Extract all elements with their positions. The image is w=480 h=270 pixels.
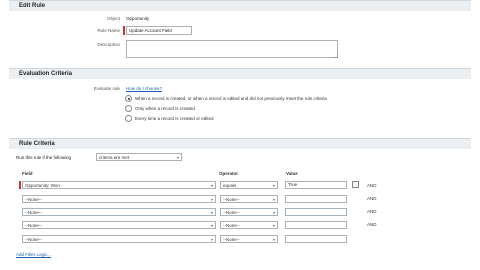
chevron-down-icon: ▾ (272, 223, 275, 228)
description-label: Description (97, 42, 120, 47)
criteria-value-input[interactable] (285, 235, 347, 243)
and-label: AND (367, 183, 377, 188)
chevron-down-icon: ▾ (176, 155, 179, 160)
chevron-down-icon: ▾ (210, 210, 213, 215)
chevron-down-icon: ▾ (272, 183, 275, 188)
radio-only-created[interactable] (125, 105, 132, 112)
add-filter-logic-link[interactable]: Add Filter Logic... (16, 252, 51, 257)
criteria-field-select[interactable]: --None-- ▾ (22, 221, 216, 229)
operator-select-value: --None-- (223, 223, 240, 228)
and-label: AND (367, 209, 377, 214)
value-column-header: Value (286, 171, 298, 176)
operator-select-value: --None-- (223, 237, 240, 242)
criteria-operator-select[interactable]: --None-- ▾ (220, 235, 278, 243)
criteria-operator-select[interactable]: --None-- ▾ (220, 221, 278, 229)
radio-label: Only when a record is created (135, 106, 195, 111)
run-rule-label: Run this rule if the following (16, 155, 72, 160)
chevron-down-icon: ▾ (272, 237, 275, 242)
radio-label: Every time a record is created or edited (135, 116, 214, 121)
criteria-value-input[interactable] (285, 221, 347, 229)
evaluation-criteria-header: Evaluation Criteria (9, 68, 471, 79)
field-select-value: --None-- (25, 197, 42, 202)
edit-rule-header: Edit Rule (9, 0, 471, 11)
chevron-down-icon: ▾ (272, 197, 275, 202)
and-label: AND (367, 222, 377, 227)
rule-criteria-header: Rule Criteria (9, 138, 471, 149)
operator-select-value: --None-- (223, 197, 240, 202)
criteria-field-select[interactable]: Opportunity: Won ▾ (22, 181, 216, 189)
chevron-down-icon: ▾ (210, 197, 213, 202)
operator-select-value: equals (223, 183, 237, 188)
criteria-select-value: criteria are met (99, 155, 130, 160)
criteria-value-input[interactable]: True (285, 181, 347, 189)
chevron-down-icon: ▾ (210, 183, 213, 188)
criteria-field-select[interactable]: --None-- ▾ (22, 208, 216, 216)
rule-name-input[interactable]: Update Account Field (126, 26, 192, 35)
field-select-value: --None-- (25, 237, 42, 242)
criteria-operator-select[interactable]: --None-- ▾ (220, 208, 278, 216)
criteria-operator-select[interactable]: equals ▾ (220, 181, 278, 189)
and-label: AND (367, 196, 377, 201)
operator-column-header: Operator (219, 171, 239, 176)
field-select-value: Opportunity: Won (25, 183, 60, 188)
field-column-header: Field (22, 171, 33, 176)
evaluate-rule-label: Evaluate rule (93, 86, 120, 91)
chevron-down-icon: ▾ (272, 210, 275, 215)
operator-select-value: --None-- (223, 210, 240, 215)
required-indicator (19, 181, 21, 189)
required-indicator (123, 26, 125, 35)
chevron-down-icon: ▾ (210, 223, 213, 228)
chevron-down-icon: ▾ (210, 237, 213, 242)
resize-handle-icon[interactable] (333, 53, 338, 58)
radio-created-or-edited-criteria[interactable] (125, 95, 132, 102)
rule-name-label: Rule Name (97, 28, 120, 33)
criteria-value-input[interactable] (285, 208, 347, 216)
criteria-field-select[interactable]: --None-- ▾ (22, 235, 216, 243)
field-select-value: --None-- (25, 223, 42, 228)
radio-label: When a record is created, or when a reco… (135, 96, 327, 101)
lookup-icon[interactable] (352, 181, 359, 188)
criteria-field-select[interactable]: --None-- ▾ (22, 195, 216, 203)
object-value: Opportunity (126, 16, 150, 21)
criteria-operator-select[interactable]: --None-- ▾ (220, 195, 278, 203)
description-textarea[interactable] (126, 40, 338, 58)
how-do-i-choose-link[interactable]: How do I choose? (126, 86, 162, 91)
criteria-value-input[interactable] (285, 195, 347, 203)
radio-every-time[interactable] (125, 115, 132, 122)
criteria-select[interactable]: criteria are met ▾ (96, 153, 182, 161)
field-select-value: --None-- (25, 210, 42, 215)
object-label: Object (106, 16, 120, 21)
